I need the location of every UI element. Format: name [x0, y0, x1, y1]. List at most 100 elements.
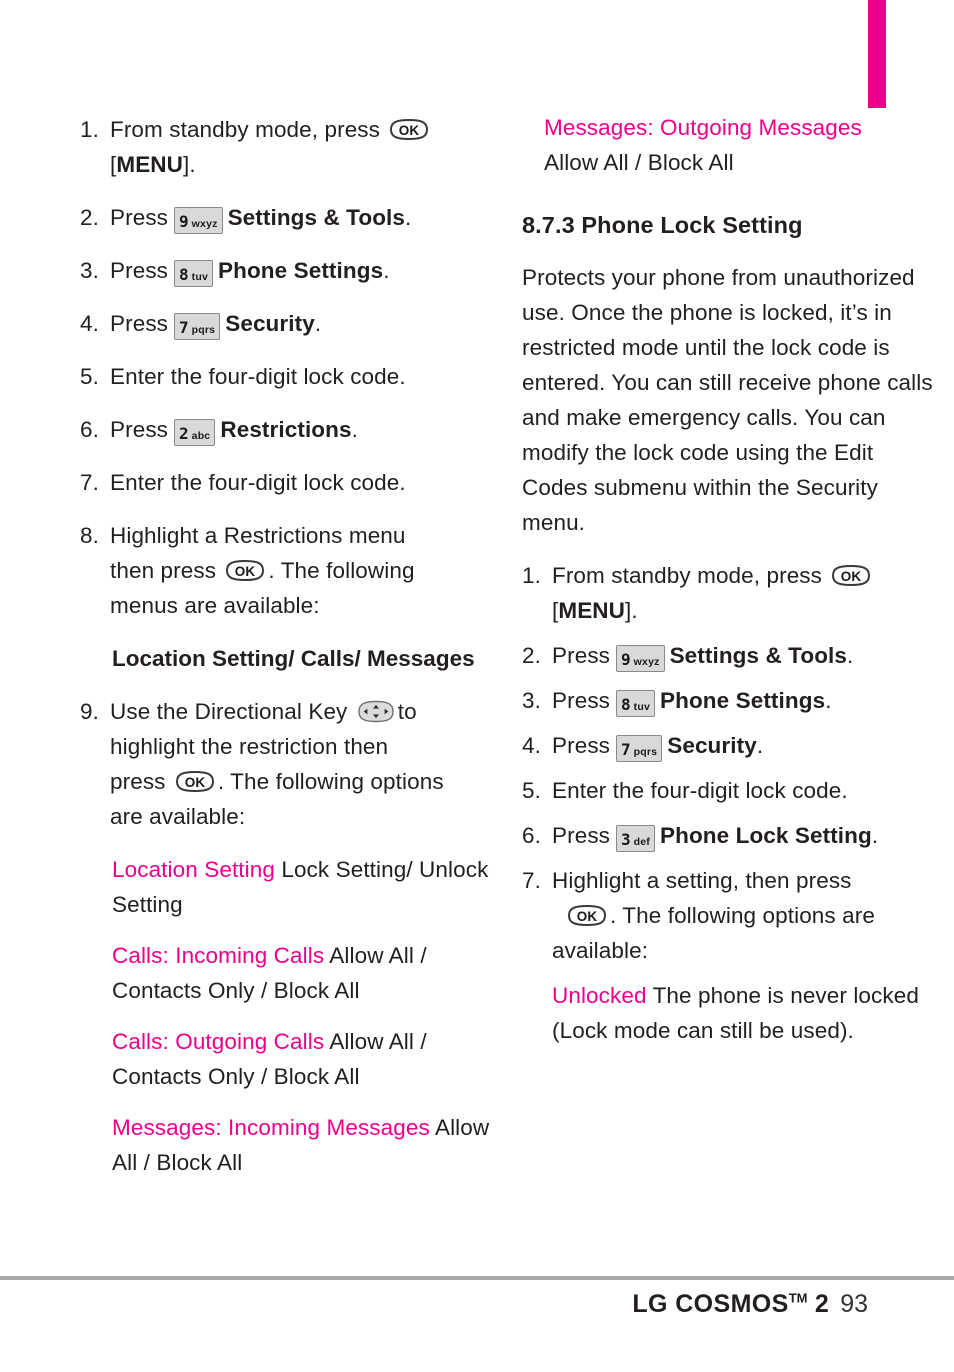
step-line-2-after: . The following options are — [610, 903, 875, 928]
list-item: 3. Press 8 tuv Phone Settings. — [80, 253, 500, 288]
svg-text:OK: OK — [399, 123, 420, 138]
trademark-symbol: TM — [788, 1290, 808, 1306]
svg-text:OK: OK — [185, 775, 206, 790]
step-number: 2. — [80, 205, 99, 230]
page-footer: LG COSMOSTM 2 93 — [632, 1290, 868, 1319]
step-line-3: available: — [552, 938, 649, 963]
step-number: 2. — [522, 643, 541, 668]
step-period: . — [351, 417, 358, 442]
step-text: Press — [110, 311, 169, 336]
step-text-continued: [MENU]. — [110, 152, 196, 177]
step-body: Enter the four-digit lock code. — [110, 364, 406, 389]
keypad-key-8-icon: 8 tuv — [616, 690, 656, 717]
step-body: From standby mode, press OK [MENU]. — [110, 112, 500, 182]
key-digit: 9 — [179, 212, 189, 231]
key-digit: 9 — [621, 650, 631, 669]
step-body: Press 3 def Phone Lock Setting. — [552, 818, 934, 853]
key-digit: 8 — [179, 265, 189, 284]
step-line-3: menus are available: — [110, 593, 320, 618]
list-item: 4. Press 7 pqrs Security. — [514, 728, 934, 763]
step-number: 5. — [522, 778, 541, 803]
option-value: Allow All / Block All — [544, 150, 734, 175]
step-text: Press — [552, 688, 611, 713]
step-number: 5. — [80, 364, 99, 389]
step-period: . — [383, 258, 390, 283]
step-text: From standby mode, press — [110, 117, 381, 142]
section-heading: 8.7.3 Phone Lock Setting — [522, 212, 803, 238]
step-number: 4. — [80, 311, 99, 336]
option-term: Messages: Outgoing Messages — [544, 115, 862, 140]
menu-keyword: MENU — [116, 152, 184, 177]
step-body: Press 8 tuv Phone Settings. — [110, 253, 500, 288]
right-column: Messages: Outgoing Messages Allow All / … — [514, 0, 934, 1196]
step-text: Press — [552, 823, 611, 848]
key-letters: wxyz — [633, 656, 660, 668]
svg-text:OK: OK — [235, 564, 256, 579]
step-period: . — [405, 205, 412, 230]
option-unlocked: Unlocked The phone is never locked (Lock… — [514, 978, 934, 1048]
list-item: 1. From standby mode, press OK [MENU]. — [80, 112, 500, 182]
step-number: 1. — [80, 117, 99, 142]
step-number: 1. — [522, 563, 541, 588]
step-line-2: highlight the restriction then — [110, 734, 389, 759]
ok-button-icon: OK — [174, 770, 216, 793]
step-line-1: Highlight a Restrictions menu — [110, 523, 406, 548]
step-body: From standby mode, press OK [MENU]. — [552, 558, 934, 628]
step-line-3-before: press — [110, 769, 166, 794]
menu-keyword: Phone Settings — [660, 688, 826, 713]
option-term: Location Setting — [112, 857, 275, 882]
key-letters: def — [633, 836, 651, 848]
menu-keyword: Settings & Tools — [669, 643, 847, 668]
step-text: Press — [552, 733, 611, 758]
key-letters: tuv — [191, 271, 209, 283]
step-body: Enter the four-digit lock code. — [110, 470, 406, 495]
step-line-3-after: . The following options — [217, 769, 444, 794]
key-digit: 7 — [621, 740, 631, 759]
menu-keyword: Phone Settings — [218, 258, 384, 283]
list-item: 3. Press 8 tuv Phone Settings. — [514, 683, 934, 718]
svg-text:OK: OK — [577, 909, 598, 924]
ok-button-icon: OK — [388, 118, 430, 141]
keypad-key-2-icon: 2 abc — [174, 419, 216, 446]
menu-keyword: Security — [667, 733, 757, 758]
key-digit: 7 — [179, 318, 189, 337]
menu-keyword: Settings & Tools — [227, 205, 405, 230]
option-term: Unlocked — [552, 983, 647, 1008]
step-text: From standby mode, press — [552, 563, 823, 588]
step-body: Press 9 wxyz Settings & Tools. — [110, 200, 500, 235]
step-text-continued: [MENU]. — [552, 598, 638, 623]
step-line-1-after: to — [397, 699, 417, 724]
option-outgoing-calls: Calls: Outgoing Calls Allow All / Contac… — [80, 1024, 500, 1094]
ok-button-icon: OK — [830, 564, 872, 587]
option-incoming-messages: Messages: Incoming Messages Allow All / … — [80, 1110, 500, 1180]
step-period: . — [756, 733, 764, 758]
model-number: 2 — [814, 1290, 830, 1318]
step-body: Highlight a setting, then press OK . The… — [552, 863, 934, 968]
list-item: 5. Enter the four-digit lock code. — [80, 359, 500, 394]
key-letters: abc — [191, 430, 211, 442]
step-body: Press 8 tuv Phone Settings. — [552, 683, 934, 718]
two-column-layout: 1. From standby mode, press OK [MENU]. 2… — [0, 0, 954, 1196]
list-item: 9. Use the Directional Key to highlight … — [80, 694, 500, 834]
menu-keyword: Restrictions — [220, 417, 352, 442]
list-item: 5. Enter the four-digit lock code. — [514, 773, 934, 808]
list-item: 2. Press 9 wxyz Settings & Tools. — [514, 638, 934, 673]
option-location-setting: Location Setting Lock Setting/ Unlock Se… — [80, 852, 500, 922]
list-item: 4. Press 7 pqrs Security. — [80, 306, 500, 341]
keypad-key-7-icon: 7 pqrs — [616, 735, 663, 762]
step-number: 8. — [80, 523, 99, 548]
keypad-key-8-icon: 8 tuv — [174, 260, 214, 287]
step-period: . — [314, 311, 322, 336]
key-digit: 8 — [621, 695, 631, 714]
list-item: 1. From standby mode, press OK [MENU]. — [514, 558, 934, 628]
manual-page: 1. From standby mode, press OK [MENU]. 2… — [0, 0, 954, 1372]
key-digit: 3 — [621, 830, 631, 849]
list-item: 7. Enter the four-digit lock code. — [80, 465, 500, 500]
option-term: Calls: Outgoing Calls — [112, 1029, 325, 1054]
step-line-2-after: . The following — [268, 558, 415, 583]
step-number: 3. — [522, 688, 541, 713]
step-period: . — [871, 823, 879, 848]
key-letters: pqrs — [633, 746, 658, 758]
step-body: Press 7 pqrs Security. — [110, 306, 500, 341]
section-description: Protects your phone from unauthorized us… — [522, 265, 933, 535]
